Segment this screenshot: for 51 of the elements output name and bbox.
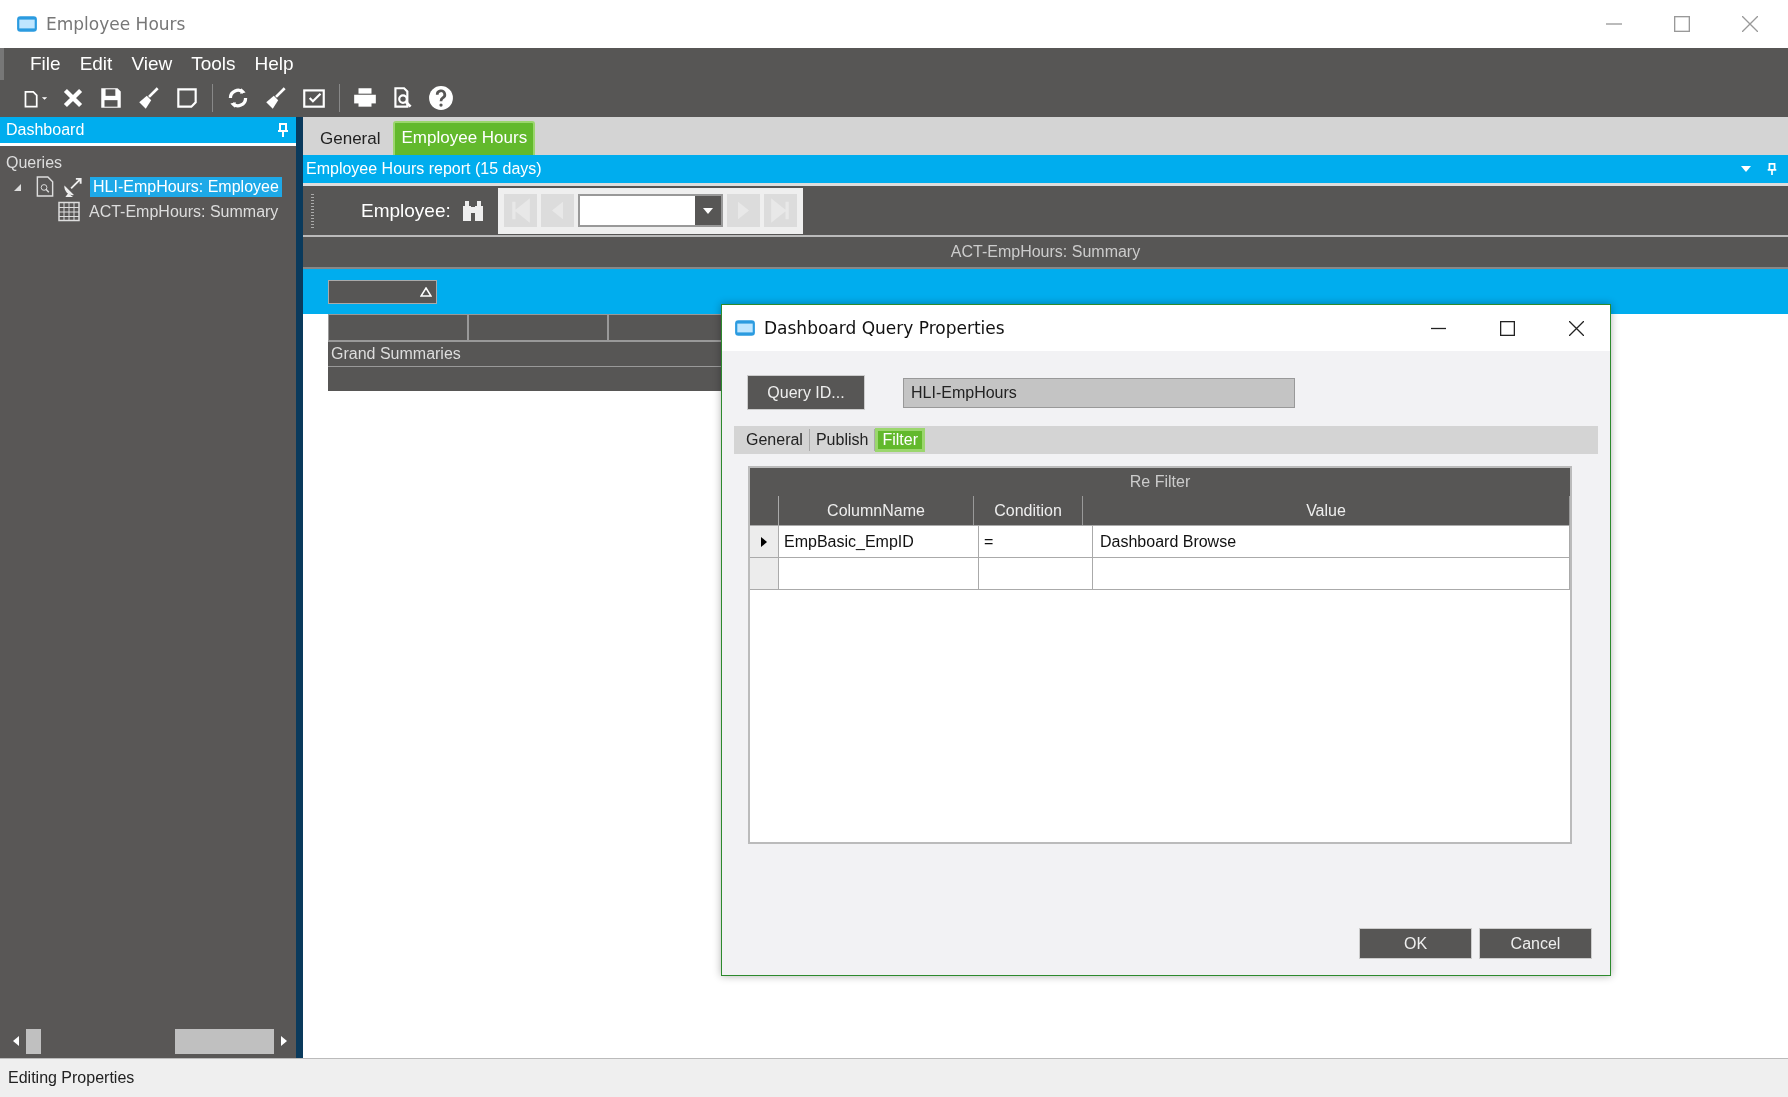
table-cell[interactable]: EmpBasic_EmpID [779, 526, 979, 557]
dialog-button[interactable]: Cancel [1479, 928, 1592, 959]
close-icon[interactable] [1569, 320, 1584, 336]
scroll-left-icon[interactable] [12, 1035, 20, 1047]
summary-title: ACT-EmpHours: Summary [950, 243, 1141, 261]
table-cell[interactable]: = [979, 526, 1093, 557]
query-id-button[interactable]: Query ID... [747, 375, 865, 410]
window-title: Employee Hours [46, 14, 186, 34]
dialog-title: Dashboard Query Properties [764, 318, 1005, 338]
pin-icon[interactable] [278, 123, 288, 137]
maximize-icon[interactable] [1500, 320, 1515, 336]
group-field[interactable] [328, 279, 437, 304]
employee-combo[interactable] [577, 194, 723, 227]
dialog-button[interactable]: OK [1359, 928, 1472, 959]
tab[interactable]: General [311, 123, 390, 155]
menu-item[interactable]: File [30, 53, 61, 75]
satellite-dish-icon [62, 176, 84, 197]
row-indicator[interactable] [750, 526, 779, 557]
scroll-thumb[interactable] [26, 1028, 41, 1054]
employee-label: Employee: [361, 199, 451, 222]
section-label: Queries [5, 153, 64, 173]
report-title: Employee Hours report (15 days) [306, 160, 542, 178]
table-icon [58, 201, 80, 222]
column-header[interactable]: Value [1083, 496, 1570, 525]
save-icon[interactable] [98, 85, 124, 111]
dropdown-arrow-icon[interactable] [702, 207, 713, 214]
menu-item[interactable]: View [131, 53, 173, 75]
tree-item[interactable]: ACT-EmpHours: Summary [86, 201, 282, 222]
menu-item[interactable]: Tools [191, 53, 236, 75]
panel-title: Dashboard [6, 121, 85, 139]
menu-item[interactable]: Edit [79, 53, 113, 75]
scroll-right-icon[interactable] [280, 1035, 288, 1047]
app-icon [16, 15, 38, 33]
help-icon[interactable] [428, 85, 454, 111]
binoculars-icon[interactable] [460, 199, 485, 222]
note-icon[interactable] [174, 85, 200, 111]
sort-up-icon[interactable] [420, 286, 432, 297]
current-row-icon [760, 535, 768, 548]
column-header[interactable]: ColumnName [779, 496, 974, 525]
query-id-field[interactable]: HLI-EmpHours [903, 377, 1295, 408]
scroll-thumb[interactable] [175, 1028, 274, 1054]
app-icon [734, 319, 756, 337]
grid-title: Re Filter [750, 468, 1570, 496]
row-label: Grand Summaries [331, 345, 461, 363]
menu-item[interactable]: Help [254, 53, 294, 75]
tab[interactable]: General [740, 429, 810, 451]
column-header[interactable]: Condition [974, 496, 1083, 525]
query-icon [34, 176, 56, 197]
table-cell[interactable]: Dashboard Browse [1093, 526, 1570, 557]
status-text: Editing Properties [8, 1069, 135, 1087]
pin-icon[interactable] [1766, 163, 1778, 175]
